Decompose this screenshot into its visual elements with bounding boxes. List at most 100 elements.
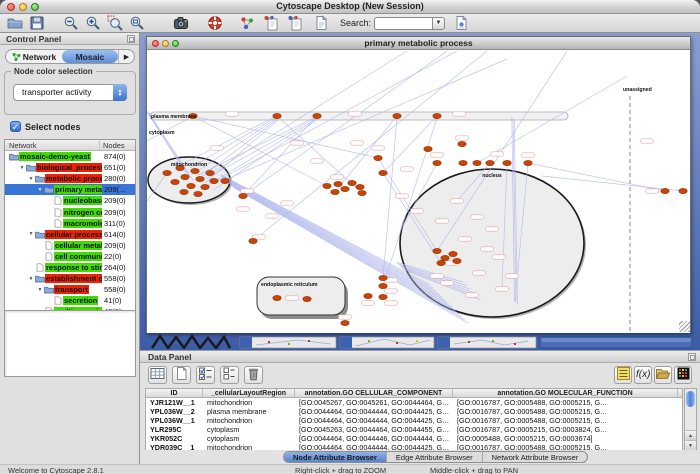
tree-row[interactable]: ▼biological_process651(0) [5, 162, 135, 173]
search-input[interactable] [374, 17, 432, 30]
unselect-all-attributes-button[interactable] [220, 366, 239, 384]
table-cell[interactable]: YLR295C [146, 425, 203, 434]
background-window-fragments[interactable] [148, 334, 696, 349]
zoom-out-icon [63, 15, 79, 31]
tab-network[interactable]: Network [6, 50, 62, 63]
tree-row[interactable]: mosaic-demo-yeast874(0) [5, 151, 135, 162]
delete-attribute-button[interactable] [244, 366, 263, 384]
open-file-button[interactable] [6, 15, 24, 32]
tree-row[interactable]: ▼establishment of lo558(0) [5, 273, 135, 284]
network-snapshot-button[interactable] [172, 15, 190, 32]
zoom-in-button[interactable] [84, 15, 102, 32]
expand-arrow-icon[interactable]: ▼ [27, 276, 35, 282]
table-cell[interactable]: YJR121W__1 [146, 398, 203, 407]
table-cell[interactable]: [GO:0044464, GO:0044446, GO:0044444, G… [295, 434, 453, 443]
function-builder-button[interactable]: f(x) [634, 366, 652, 384]
table-cell[interactable]: [GO:0005488, GO:0005215, GO:0003674] [453, 434, 678, 443]
table-row[interactable]: YKR052Ccytoplasm[GO:0044464, GO:0044446,… [146, 434, 682, 443]
select-all-attributes-button[interactable] [196, 366, 215, 384]
import-node-attributes-button[interactable] [262, 15, 280, 32]
float-data-panel-icon[interactable] [688, 353, 696, 361]
expand-arrow-icon[interactable]: ▼ [18, 165, 26, 171]
network-canvas[interactable]: plasma membranecytoplasmmitochondrionnuc… [147, 51, 690, 333]
table-row[interactable]: YPL036W__2plasma membrane[GO:0044464, GO… [146, 407, 682, 416]
save-session-button[interactable] [28, 15, 46, 32]
window-resize-grip[interactable] [679, 321, 690, 332]
expand-arrow-icon[interactable]: ▼ [27, 176, 35, 182]
search-config-button[interactable] [452, 15, 470, 32]
attribute-list-button[interactable] [614, 366, 632, 384]
table-cell[interactable]: cytoplasm [203, 425, 295, 434]
import-attributes-file-button[interactable] [654, 366, 672, 384]
column-header[interactable]: ID [146, 389, 203, 397]
network-node [453, 258, 461, 263]
scroll-up-button[interactable]: ▲ [685, 430, 696, 440]
tree-row[interactable]: ▼metabolic process280(0) [5, 173, 135, 184]
attribute-matrix-button[interactable] [674, 366, 692, 384]
tree-row-label: metabolic process [45, 174, 102, 183]
attribute-table-header[interactable]: ID_cellularLayoutRegionannotation.GO CEL… [146, 389, 682, 398]
column-header[interactable]: annotation.GO MOLECULAR_FUNCTION [453, 389, 678, 397]
tab-mosaic[interactable]: Mosaic [62, 50, 118, 63]
import-edge-attributes-button[interactable] [286, 15, 304, 32]
tree-row[interactable]: response to stimulu264(0) [5, 262, 135, 273]
table-cell[interactable]: cytoplasm [203, 434, 295, 443]
select-attributes-button[interactable] [148, 366, 167, 384]
import-document-button[interactable] [312, 15, 330, 32]
table-cell[interactable]: YKR052C [146, 434, 203, 443]
select-nodes-checkbox[interactable]: ✓ [10, 121, 21, 132]
tree-row[interactable]: ▼transport558(0) [5, 284, 135, 295]
table-cell[interactable]: plasma membrane [203, 407, 295, 416]
scrollbar-thumb[interactable] [686, 391, 695, 407]
tree-row-label: response to stimulu [45, 263, 102, 272]
tree-row[interactable]: cellular metabol209(0) [5, 240, 135, 251]
expand-arrow-icon[interactable]: ▼ [27, 231, 35, 237]
table-cell[interactable]: [GO:0016787, GO:0005488, GO:0005215, G… [453, 416, 678, 425]
birdseye-view[interactable] [4, 310, 136, 377]
tree-row[interactable]: cell communicat22(0) [5, 251, 135, 262]
tree-row[interactable]: ▼primary metabo209(... [5, 184, 135, 195]
table-row[interactable]: YJR121W__1mitochondrion[GO:0045267, GO:0… [146, 398, 682, 407]
table-cell[interactable]: mitochondrion [203, 416, 295, 425]
tree-row[interactable]: nucleobase-209(0) [5, 195, 135, 206]
tree-row[interactable]: ▼cellular process614(0) [5, 229, 135, 240]
network-view-window[interactable]: primary metabolic process plasma membran… [146, 36, 691, 333]
table-cell[interactable]: mitochondrion [203, 398, 295, 407]
table-cell[interactable]: [GO:0045267, GO:0045261, GO:0044464, G… [295, 398, 453, 407]
expand-arrow-icon[interactable]: ▼ [36, 287, 44, 293]
new-attribute-button[interactable] [172, 366, 191, 384]
tree-row[interactable]: secretion41(0) [5, 295, 135, 306]
network-node [313, 113, 321, 118]
tree-row[interactable]: nitrogen compo209(0) [5, 206, 135, 217]
vizmapper-button[interactable] [238, 15, 256, 32]
expand-arrow-icon[interactable]: ▼ [36, 187, 44, 193]
table-cell[interactable]: [GO:0016787, GO:0005215, GO:0003824, G… [453, 425, 678, 434]
table-cell[interactable]: [GO:0016787, GO:0005488, GO:0005215, G… [453, 407, 678, 416]
table-cell[interactable]: YPL036W__1 [146, 416, 203, 425]
zoom-fit-button[interactable] [128, 15, 146, 32]
node-color-attribute-select[interactable]: transporter activity ▲▼ [13, 84, 127, 101]
tree-row[interactable]: macromolecule311(0) [5, 218, 135, 229]
float-panel-icon[interactable] [127, 35, 135, 43]
scroll-down-button[interactable]: ▼ [685, 440, 696, 450]
column-header[interactable]: annotation.GO CELLULAR_COMPONENT [295, 389, 453, 397]
tab-edge-attribute-browser[interactable]: Edge Attribute Browser [387, 452, 483, 462]
network-node [303, 296, 311, 301]
table-row[interactable]: YLR295Ccytoplasm[GO:0045263, GO:0044464,… [146, 425, 682, 434]
tab-node-attribute-browser[interactable]: Node Attribute Browser [284, 452, 387, 462]
table-cell[interactable]: [GO:0044464, GO:0044444, GO:0044425, G… [295, 416, 453, 425]
tab-network-attribute-browser[interactable]: Network Attribute Browser [483, 452, 588, 462]
table-scrollbar[interactable]: ▲ ▼ [684, 388, 697, 451]
help-button[interactable] [206, 15, 224, 32]
column-header[interactable]: _cellularLayoutRegion [203, 389, 295, 397]
more-tabs-button[interactable]: ▶ [118, 50, 134, 63]
zoom-out-button[interactable] [62, 15, 80, 32]
zoom-selected-region-button[interactable] [106, 15, 124, 32]
table-row[interactable]: YPL036W__1mitochondrion[GO:0044464, GO:0… [146, 416, 682, 425]
table-cell[interactable]: [GO:0016787, GO:0005488, GO:0005215, G… [453, 398, 678, 407]
table-cell[interactable]: [GO:0045263, GO:0044464, GO:0044455, G… [295, 425, 453, 434]
table-cell[interactable]: [GO:0044464, GO:0044444, GO:0044425, G… [295, 407, 453, 416]
table-cell[interactable]: YPL036W__2 [146, 407, 203, 416]
network-window-titlebar[interactable]: primary metabolic process [147, 37, 690, 50]
search-dropdown-button[interactable]: ▼ [432, 17, 445, 30]
